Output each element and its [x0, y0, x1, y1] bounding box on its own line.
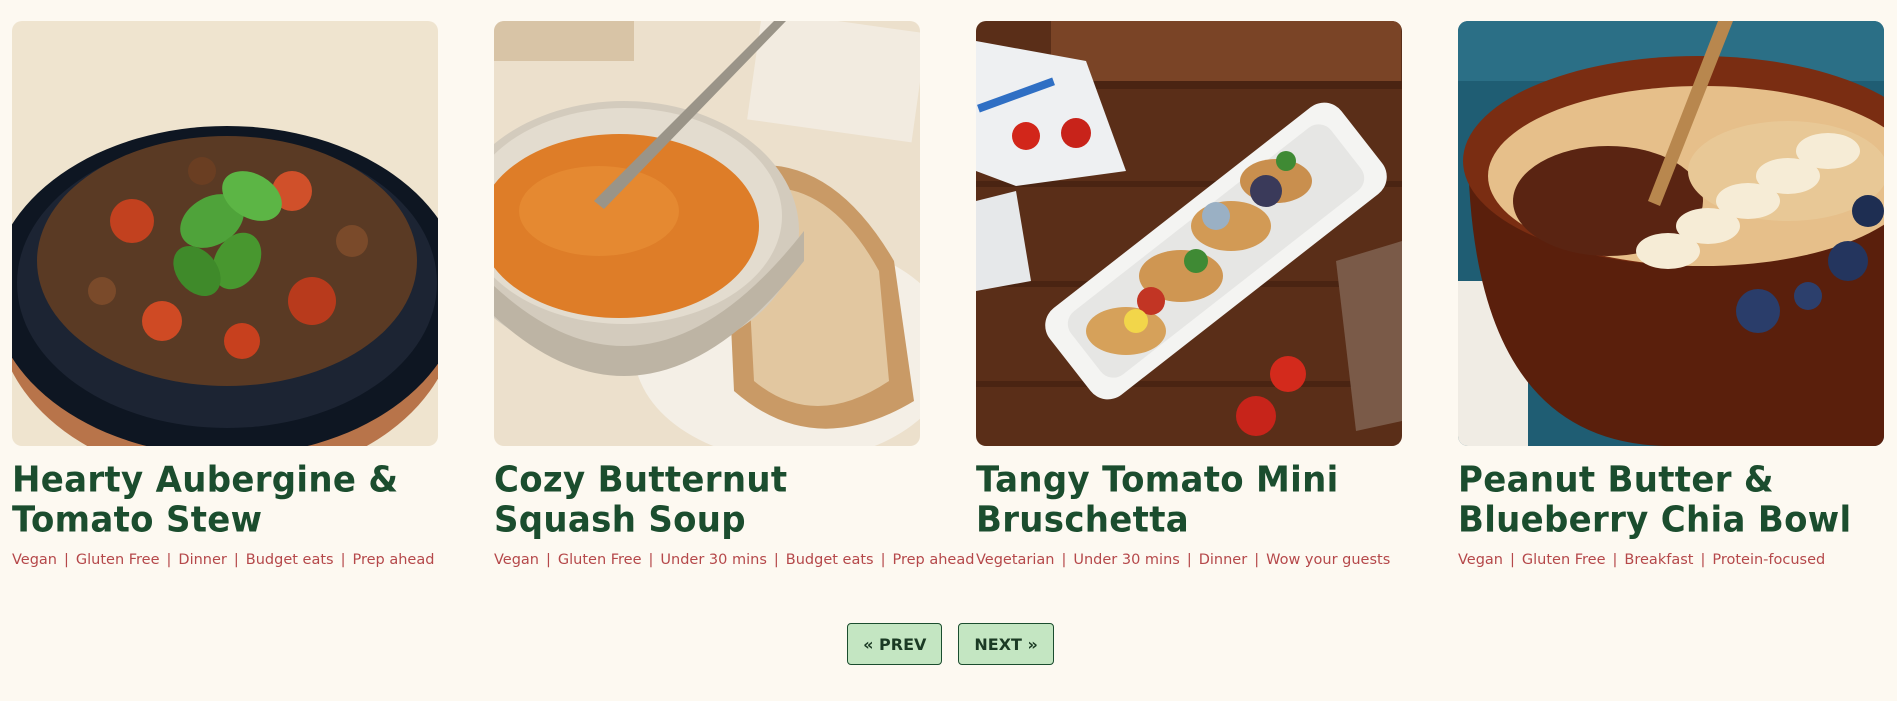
bruschetta-photo	[976, 21, 1402, 446]
recipe-tag[interactable]: Dinner	[178, 552, 226, 568]
next-page-button[interactable]: NEXT »	[958, 623, 1054, 665]
recipe-tag[interactable]: Under 30 mins	[1073, 552, 1179, 568]
tag-separator: |	[1186, 552, 1192, 568]
recipe-tag[interactable]: Prep ahead	[892, 552, 974, 568]
recipe-grid: Hearty Aubergine & Tomato Stew Vegan | Glu…	[12, 21, 1884, 568]
recipe-photo[interactable]	[976, 21, 1402, 446]
recipe-card: Peanut Butter & Blueberry Chia Bowl Vega…	[1458, 21, 1884, 568]
recipe-title[interactable]: Cozy Butternut Squash Soup	[494, 460, 920, 540]
aubergine-stew-photo	[12, 21, 438, 446]
tag-separator: |	[773, 552, 779, 568]
recipe-card: Hearty Aubergine & Tomato Stew Vegan | Glu…	[12, 21, 438, 568]
tag-separator: |	[64, 552, 69, 568]
recipe-tags: Vegan | Gluten Free | Breakfast | Protein-focu…	[1458, 552, 1884, 568]
tag-separator: |	[880, 552, 886, 568]
tag-separator: |	[1700, 552, 1706, 568]
recipe-tag[interactable]: Vegetarian	[976, 552, 1054, 568]
recipe-card: Tangy Tomato Mini Bruschetta Vegetarian |…	[976, 21, 1402, 568]
recipe-photo[interactable]	[1458, 21, 1884, 446]
recipe-tag[interactable]: Vegan	[12, 552, 57, 568]
tag-separator: |	[340, 552, 346, 568]
recipe-tags: Vegan | Gluten Free | Under 30 mins | Budget e…	[494, 552, 974, 568]
prev-page-button[interactable]: « PREV	[847, 623, 943, 665]
recipe-card: Cozy Butternut Squash Soup Vegan | Gluten …	[494, 21, 974, 568]
recipe-tag[interactable]: Vegan	[1458, 552, 1503, 568]
tag-separator: |	[1061, 552, 1067, 568]
pagination: « PREV NEXT »	[0, 623, 1897, 665]
recipe-title[interactable]: Tangy Tomato Mini Bruschetta	[976, 460, 1402, 540]
tag-separator: |	[546, 552, 551, 568]
recipe-tag[interactable]: Budget eats	[246, 552, 334, 568]
recipe-tag[interactable]: Gluten Free	[558, 552, 642, 568]
recipe-tags: Vegan | Gluten Free | Dinner | Budget eats | Pre…	[12, 552, 438, 568]
recipe-tags: Vegetarian | Under 30 mins | Dinner | Wow your…	[976, 552, 1402, 568]
recipe-tag[interactable]: Budget eats	[786, 552, 874, 568]
chia-bowl-photo	[1458, 21, 1884, 446]
recipe-photo[interactable]	[494, 21, 920, 446]
tag-separator: |	[1612, 552, 1618, 568]
recipe-photo[interactable]	[12, 21, 438, 446]
recipe-tag[interactable]: Prep ahead	[352, 552, 434, 568]
butternut-soup-photo	[494, 21, 920, 446]
recipe-tag[interactable]: Protein-focused	[1712, 552, 1825, 568]
recipe-title[interactable]: Hearty Aubergine & Tomato Stew	[12, 460, 438, 540]
tag-separator: |	[1510, 552, 1515, 568]
recipe-tag[interactable]: Under 30 mins	[660, 552, 766, 568]
recipe-tag[interactable]: Wow your guests	[1266, 552, 1390, 568]
recipe-tag[interactable]: Vegan	[494, 552, 539, 568]
tag-separator: |	[648, 552, 654, 568]
recipe-tag[interactable]: Breakfast	[1624, 552, 1693, 568]
recipe-tag[interactable]: Gluten Free	[1522, 552, 1606, 568]
tag-separator: |	[166, 552, 172, 568]
recipe-tag[interactable]: Dinner	[1199, 552, 1247, 568]
tag-separator: |	[1254, 552, 1260, 568]
tag-separator: |	[233, 552, 239, 568]
recipe-title[interactable]: Peanut Butter & Blueberry Chia Bowl	[1458, 460, 1884, 540]
recipe-tag[interactable]: Gluten Free	[76, 552, 160, 568]
